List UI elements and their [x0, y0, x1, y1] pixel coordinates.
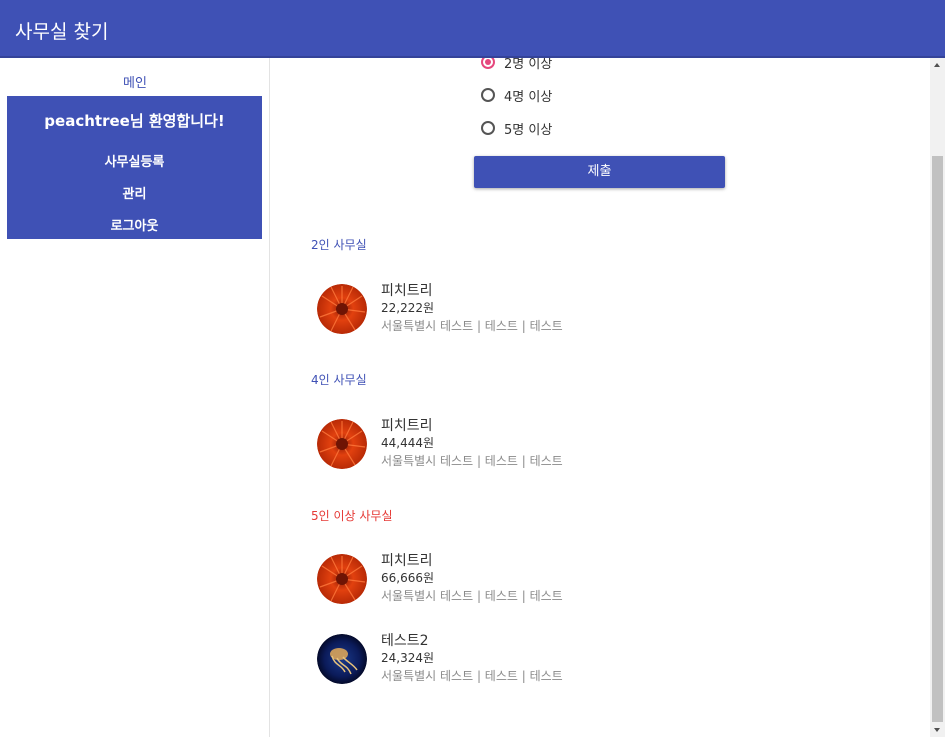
office-image	[317, 634, 367, 684]
vertical-scrollbar[interactable]	[930, 58, 945, 737]
user-panel: peachtree님 환영합니다! 사무실등록 관리 로그아웃	[7, 96, 262, 239]
office-name: 피치트리	[381, 553, 433, 569]
office-price: 24,324원	[381, 651, 435, 665]
office-price: 44,444원	[381, 436, 435, 450]
radio-label: 5명 이상	[504, 122, 553, 138]
radio-option-5[interactable]: 5명 이상	[481, 118, 552, 138]
submit-button[interactable]: 제출	[474, 156, 725, 188]
office-name: 피치트리	[381, 418, 433, 434]
office-address: 서울특별시 테스트 | 테스트 | 테스트	[381, 319, 563, 333]
radio-checked-icon[interactable]	[481, 58, 495, 69]
radio-option-2[interactable]: 2명 이상	[481, 58, 552, 72]
office-image	[317, 419, 367, 469]
list-item[interactable]: 테스트2 24,324원 서울특별시 테스트 | 테스트 | 테스트	[317, 630, 717, 686]
radio-label: 2명 이상	[504, 58, 553, 72]
sidebar-main-link[interactable]: 메인	[0, 72, 270, 91]
radio-unchecked-icon[interactable]	[481, 121, 495, 135]
office-name: 테스트2	[381, 633, 429, 649]
sidebar: 메인 peachtree님 환영합니다! 사무실등록 관리 로그아웃	[0, 58, 270, 737]
sidebar-item-manage[interactable]: 관리	[7, 183, 262, 202]
list-item[interactable]: 피치트리 66,666원 서울특별시 테스트 | 테스트 | 테스트	[317, 550, 717, 606]
list-item[interactable]: 피치트리 44,444원 서울특별시 테스트 | 테스트 | 테스트	[317, 415, 717, 471]
list-item[interactable]: 피치트리 22,222원 서울특별시 테스트 | 테스트 | 테스트	[317, 280, 717, 336]
office-address: 서울특별시 테스트 | 테스트 | 테스트	[381, 454, 563, 468]
sidebar-item-logout[interactable]: 로그아웃	[7, 215, 262, 234]
scrollbar-thumb[interactable]	[932, 156, 943, 722]
office-image	[317, 284, 367, 334]
section-title-2: 2인 사무실	[311, 238, 367, 252]
app-title: 사무실 찾기	[15, 21, 109, 43]
office-price: 66,666원	[381, 571, 435, 585]
office-address: 서울특별시 테스트 | 테스트 | 테스트	[381, 669, 563, 683]
office-address: 서울특별시 테스트 | 테스트 | 테스트	[381, 589, 563, 603]
radio-option-4[interactable]: 4명 이상	[481, 85, 552, 105]
app-bar: 사무실 찾기	[0, 0, 945, 58]
scroll-down-arrow-icon[interactable]	[930, 722, 945, 737]
section-title-5plus: 5인 이상 사무실	[311, 509, 393, 523]
sidebar-item-register[interactable]: 사무실등록	[7, 151, 262, 170]
office-image	[317, 554, 367, 604]
radio-unchecked-icon[interactable]	[481, 88, 495, 102]
main-content: 2명 이상 4명 이상 5명 이상 제출 2인 사무실 피치트리 22,222원…	[271, 58, 930, 737]
office-price: 22,222원	[381, 301, 435, 315]
scroll-up-arrow-icon[interactable]	[930, 58, 945, 73]
office-name: 피치트리	[381, 283, 433, 299]
welcome-message: peachtree님 환영합니다!	[44, 112, 225, 130]
radio-label: 4명 이상	[504, 89, 553, 105]
section-title-4: 4인 사무실	[311, 373, 367, 387]
